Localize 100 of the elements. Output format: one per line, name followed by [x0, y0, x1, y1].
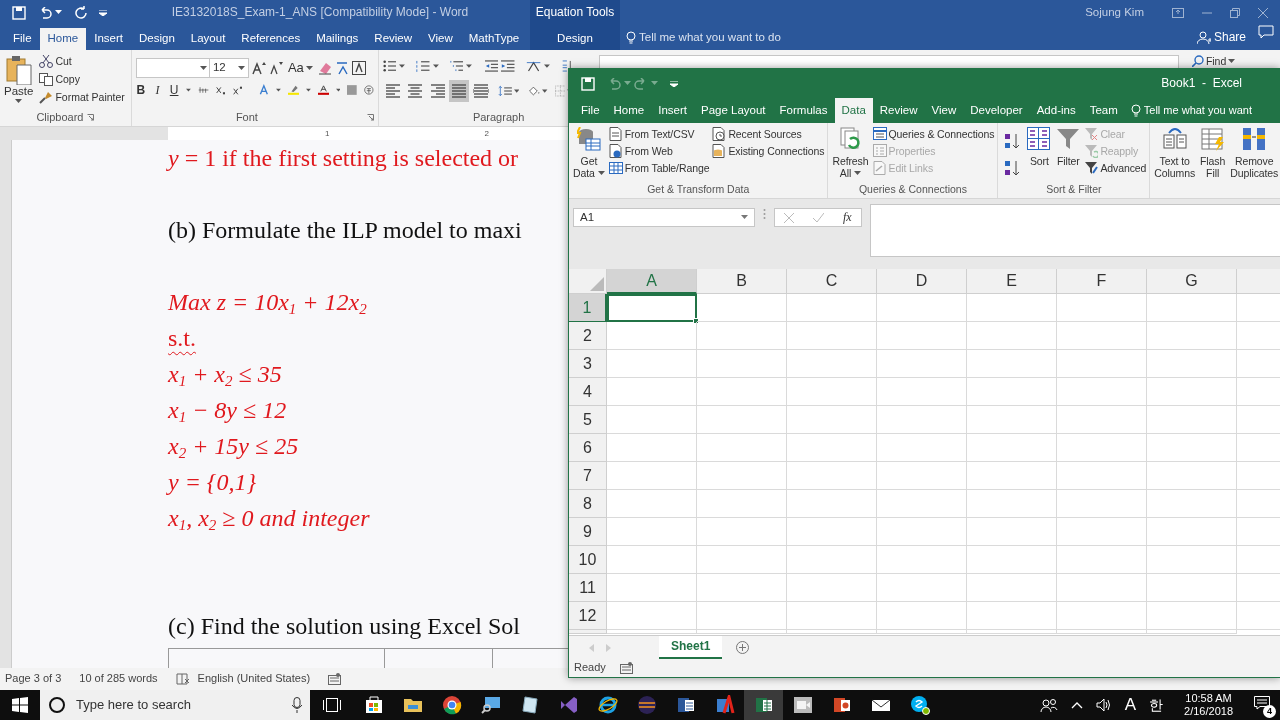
ribbon-command[interactable]: Existing Connections — [711, 143, 826, 159]
row-header[interactable]: 2 — [569, 322, 607, 350]
grid-cell[interactable] — [877, 602, 967, 630]
grid-cell[interactable] — [607, 546, 697, 574]
row-header[interactable]: 3 — [569, 350, 607, 378]
ime-indicator[interactable]: 한 — [1149, 696, 1164, 714]
tell-me-field[interactable]: Tell me what you want — [1143, 103, 1252, 118]
ribbon-tab[interactable]: References — [233, 28, 309, 50]
grid-cell[interactable] — [967, 490, 1057, 518]
ribbon-button[interactable]: Filter — [1054, 125, 1083, 184]
grid-cell[interactable] — [787, 518, 877, 546]
grid-cell[interactable] — [787, 350, 877, 378]
notification-icon[interactable] — [1254, 695, 1270, 710]
grid-cell[interactable] — [1147, 462, 1237, 490]
caret-icon[interactable] — [854, 170, 862, 176]
ribbon-button[interactable]: Flash Fill — [1198, 125, 1228, 198]
clipboard-command[interactable]: Cut — [37, 53, 127, 70]
grid-cell[interactable] — [877, 294, 967, 322]
column-header[interactable]: A — [607, 269, 697, 294]
grid-cell[interactable] — [697, 546, 787, 574]
enter-icon[interactable] — [813, 212, 825, 223]
grid-cell[interactable] — [967, 546, 1057, 574]
grid-cell[interactable] — [1057, 350, 1147, 378]
restore-icon[interactable] — [1230, 7, 1240, 18]
column-header[interactable] — [1237, 269, 1280, 294]
grid-cell[interactable] — [697, 294, 787, 322]
grid-cell[interactable] — [1147, 294, 1237, 322]
ribbon-tab[interactable]: Review — [872, 98, 925, 123]
grid-cell[interactable] — [967, 378, 1057, 406]
grid-cell[interactable] — [877, 546, 967, 574]
ribbon-tab[interactable]: File — [574, 98, 607, 123]
ribbon-tab[interactable]: Layout — [182, 28, 234, 50]
row-header[interactable]: 4 — [569, 378, 607, 406]
cancel-icon[interactable] — [784, 212, 795, 223]
grid-cell[interactable] — [1057, 518, 1147, 546]
ribbon-command[interactable]: From Table/Range — [607, 160, 711, 176]
redo-icon[interactable] — [74, 6, 87, 19]
clock-time[interactable]: 10:58 AM — [1185, 692, 1232, 705]
copy-icon[interactable] — [39, 73, 54, 86]
caret-icon[interactable] — [544, 63, 551, 69]
grid-cell[interactable] — [877, 350, 967, 378]
grid-cell[interactable] — [1057, 294, 1147, 322]
shading-icon[interactable] — [347, 83, 358, 98]
clipboard-command[interactable]: Copy — [37, 71, 127, 88]
customize-icon[interactable] — [670, 80, 678, 87]
grid-cell[interactable] — [1057, 434, 1147, 462]
grid-cell[interactable] — [877, 378, 967, 406]
column-header[interactable]: E — [967, 269, 1057, 294]
grid-cell[interactable] — [607, 378, 697, 406]
brush-icon[interactable] — [39, 91, 54, 104]
ribbon-options-icon[interactable] — [1172, 7, 1184, 18]
ribbon-tab[interactable]: Formulas — [772, 98, 835, 123]
sort-icon[interactable] — [561, 59, 573, 73]
ribbon-tab[interactable]: View — [924, 98, 964, 123]
lightbulb-icon[interactable] — [1130, 104, 1141, 117]
grid-cell[interactable] — [787, 490, 877, 518]
row-header[interactable]: 9 — [569, 518, 607, 546]
grid-cell[interactable] — [607, 434, 697, 462]
caret-icon[interactable] — [597, 170, 605, 176]
word-count[interactable]: 10 of 285 words — [79, 672, 158, 686]
row-header[interactable]: 10 — [569, 546, 607, 574]
page-count[interactable]: Page 3 of 3 — [5, 672, 62, 686]
grid-cell[interactable] — [697, 350, 787, 378]
row-header[interactable]: 7 — [569, 462, 607, 490]
grid-cell[interactable] — [1057, 574, 1147, 602]
grid-cell[interactable] — [607, 350, 697, 378]
grid-cell[interactable] — [1147, 490, 1237, 518]
save-icon[interactable] — [12, 5, 26, 20]
ribbon-tab[interactable]: Team — [1082, 98, 1125, 123]
grid-cell[interactable] — [967, 518, 1057, 546]
tell-me-field[interactable]: Tell me what you want to do — [639, 30, 781, 45]
grid-cell[interactable] — [697, 462, 787, 490]
grid-cell[interactable] — [1147, 378, 1237, 406]
font-color-icon[interactable] — [317, 83, 329, 98]
grid-cell[interactable] — [607, 406, 697, 434]
multilevel-list-icon[interactable] — [449, 59, 464, 73]
find-button[interactable]: Find — [1188, 55, 1239, 67]
active-cell[interactable] — [607, 294, 697, 322]
grid-cell[interactable] — [697, 518, 787, 546]
grid-cell[interactable] — [967, 462, 1057, 490]
shrink-font-icon[interactable] — [268, 61, 283, 75]
caret-icon[interactable] — [15, 98, 23, 104]
insert-function-button[interactable]: fx — [842, 210, 852, 225]
grid-cell[interactable] — [697, 406, 787, 434]
task-view-icon[interactable] — [323, 698, 341, 712]
add-sheet-icon[interactable] — [736, 641, 750, 654]
ribbon-command[interactable]: Recent Sources — [711, 126, 826, 142]
character-border-icon[interactable] — [351, 61, 366, 75]
grid-cell[interactable] — [607, 574, 697, 602]
grid-cell[interactable] — [1147, 406, 1237, 434]
fill-handle[interactable] — [693, 318, 699, 324]
column-header[interactable]: B — [697, 269, 787, 294]
ribbon-command[interactable]: From Text/CSV — [607, 126, 711, 142]
row-header[interactable]: 5 — [569, 406, 607, 434]
clipboard-icon[interactable] — [4, 55, 33, 85]
grid-cell[interactable] — [697, 490, 787, 518]
grid-cell[interactable] — [697, 434, 787, 462]
clock-date[interactable]: 2/16/2018 — [1184, 705, 1233, 718]
ribbon-button[interactable]: Sort — [1025, 125, 1054, 184]
caret-icon[interactable] — [275, 87, 281, 93]
